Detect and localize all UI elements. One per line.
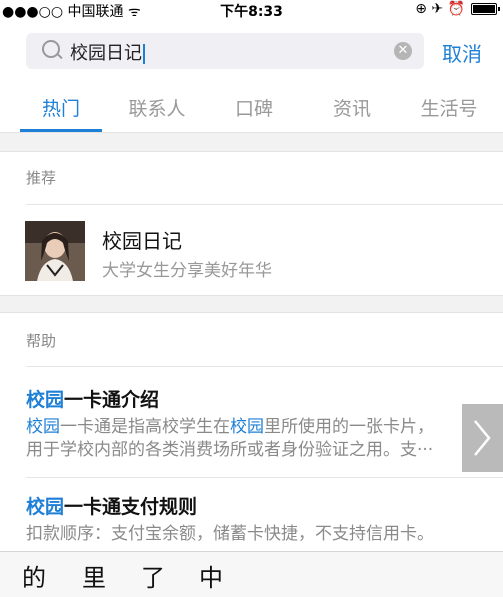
keyword-highlight: 校园	[26, 417, 60, 437]
description-text: 一卡通是指高校学生在	[60, 417, 230, 437]
account-title: 校园日记	[102, 229, 182, 253]
help-article-description: 扣款顺序：支付宝余额，储蓄卡快捷，不支持信用卡。	[26, 523, 476, 546]
ime-candidate[interactable]: 里	[82, 558, 106, 593]
clear-icon[interactable]: ✕	[394, 42, 412, 60]
description-line: 扣款顺序：支付宝余额，储蓄卡快捷，不支持信用卡。	[26, 524, 434, 544]
search-query: 校园日记	[70, 43, 142, 64]
divider	[26, 366, 503, 367]
next-arrow-button[interactable]	[462, 404, 503, 472]
status-bar: ●●●○○ 中国联通 ᯤ 下午8:33 ⊕ ✈ ⏰	[0, 0, 503, 20]
tab-contacts[interactable]: 联系人	[107, 94, 207, 121]
chevron-right-icon	[474, 420, 491, 456]
recommend-section-label: 推荐	[26, 169, 57, 187]
active-tab-indicator	[20, 129, 102, 132]
recommended-account-item[interactable]: 校园日记 大学女生分享美好年华	[0, 205, 503, 295]
ime-candidate[interactable]: 的	[22, 558, 46, 593]
title-text: 一卡通介绍	[64, 389, 160, 411]
description-line: 校园一卡通是指高校学生在校园里所使用的一张卡片，	[26, 416, 476, 439]
status-indicator-icons: ⊕ ✈ ⏰	[415, 1, 465, 17]
help-article-description: 校园一卡通是指高校学生在校园里所使用的一张卡片， 用于学校内部的各类消费场所或者…	[26, 416, 476, 462]
ime-candidate[interactable]: 了	[141, 558, 165, 593]
keyword-highlight: 校园	[26, 389, 65, 411]
section-spacer	[0, 295, 503, 313]
divider	[26, 477, 503, 478]
description-line: 用于学校内部的各类消费场所或者身份验证之用。支···	[26, 440, 434, 460]
description-text: 里所使用的一张卡片，	[264, 417, 434, 437]
avatar	[25, 221, 85, 281]
help-article-title: 校园一卡通支付规则	[26, 492, 476, 519]
tab-hot[interactable]: 热门	[11, 94, 111, 121]
search-input[interactable]: 校园日记 ✕	[26, 33, 424, 69]
help-article-title: 校园一卡通介绍	[26, 385, 476, 412]
keyword-highlight: 校园	[26, 496, 65, 518]
title-text: 一卡通支付规则	[64, 496, 198, 518]
battery-icon	[471, 3, 500, 15]
category-tabs: 热门 联系人 口碑 资讯 生活号	[0, 80, 503, 133]
keyword-highlight: 校园	[230, 417, 264, 437]
cancel-button[interactable]: 取消	[442, 38, 482, 67]
status-indicators: ⊕ ✈ ⏰	[415, 1, 500, 17]
ime-candidate[interactable]: 中	[199, 558, 223, 593]
ime-candidate-bar: 的 里 了 中	[0, 551, 503, 597]
help-section-label: 帮助	[26, 332, 57, 350]
section-spacer	[0, 133, 503, 152]
tab-life-account[interactable]: 生活号	[399, 94, 499, 121]
help-article-item[interactable]: 校园一卡通支付规则 扣款顺序：支付宝余额，储蓄卡快捷，不支持信用卡。	[26, 492, 476, 546]
search-icon	[42, 40, 60, 58]
search-bar: 校园日记 ✕ 取消	[0, 20, 503, 80]
help-article-item[interactable]: 校园一卡通介绍 校园一卡通是指高校学生在校园里所使用的一张卡片， 用于学校内部的…	[26, 385, 476, 462]
tab-news[interactable]: 资讯	[302, 94, 402, 121]
account-subtitle: 大学女生分享美好年华	[102, 261, 272, 281]
text-caret	[143, 44, 145, 64]
tab-koubei[interactable]: 口碑	[204, 94, 304, 121]
